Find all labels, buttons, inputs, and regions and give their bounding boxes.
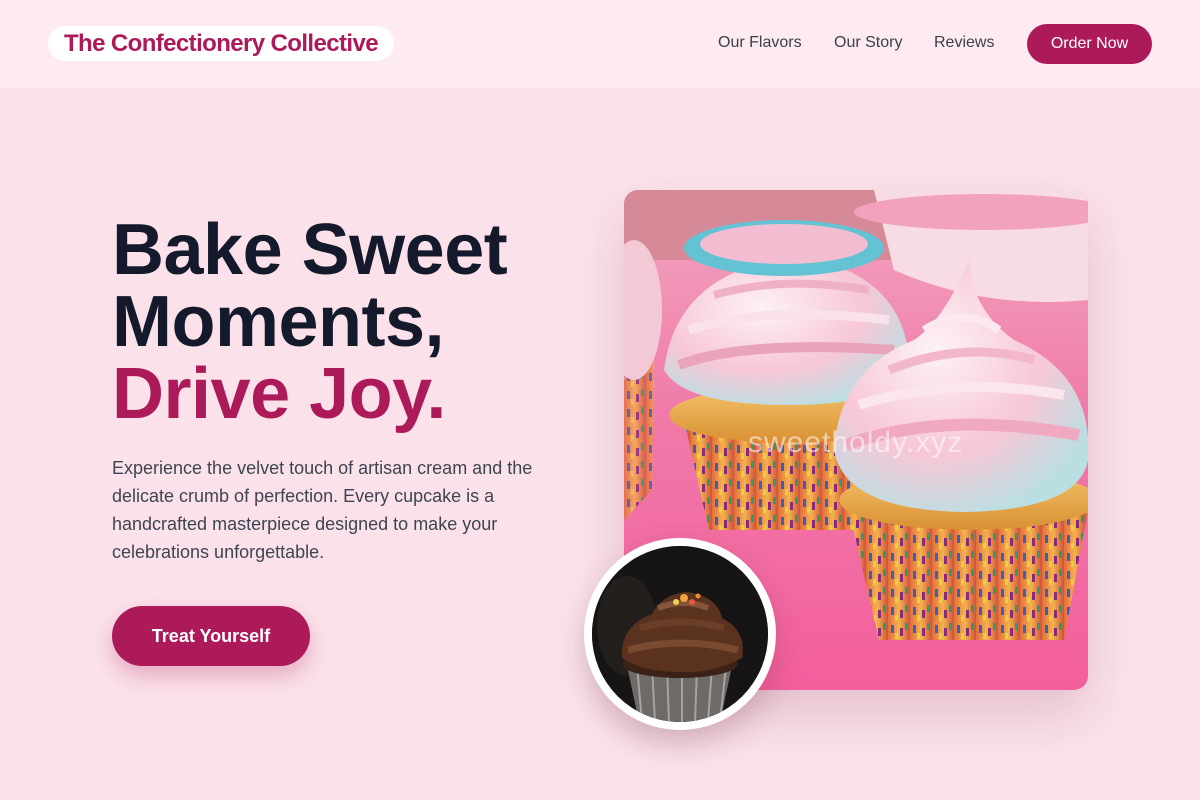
nav-link-reviews[interactable]: Reviews [934, 33, 994, 53]
navbar: The Confectionery Collective Our Flavors… [0, 0, 1200, 88]
headline-line-1: Bake Sweet [112, 210, 508, 290]
nav-link-our-story[interactable]: Our Story [834, 33, 902, 53]
watermark-text: sweetholdy.xyz [748, 426, 964, 459]
chocolate-cupcake-thumbnail [584, 538, 776, 730]
chocolate-cupcake-illustration [592, 546, 768, 722]
headline-line-2: Moments, [112, 282, 445, 362]
order-now-button[interactable]: Order Now [1027, 24, 1152, 64]
headline-accent: Drive Joy. [112, 354, 446, 434]
hero-headline: Bake Sweet Moments, Drive Joy. [112, 214, 592, 430]
nav-link-our-flavors[interactable]: Our Flavors [718, 33, 802, 53]
hero-description: Experience the velvet touch of artisan c… [112, 458, 533, 562]
treat-yourself-button[interactable]: Treat Yourself [112, 606, 310, 666]
brand-logo[interactable]: The Confectionery Collective [48, 26, 394, 61]
